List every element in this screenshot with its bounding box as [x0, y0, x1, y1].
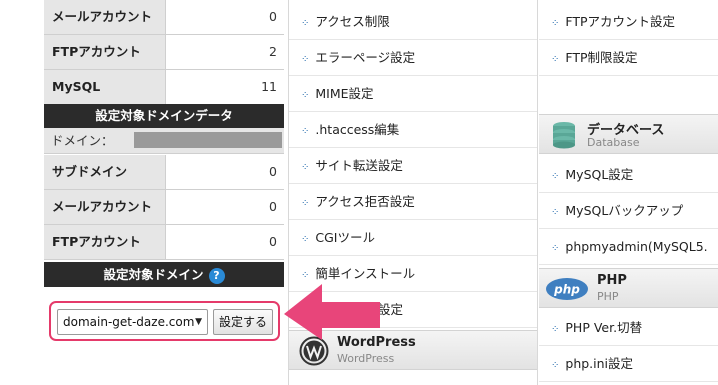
- chevron-down-icon: ▼: [195, 317, 202, 327]
- menu-item-ftp-restriction[interactable]: ⁘ FTP制限設定: [539, 40, 718, 76]
- stat-label: メールアカウント: [44, 0, 166, 34]
- stat-value: 0: [166, 155, 284, 189]
- bullet-icon: ⁘: [551, 171, 560, 182]
- domain-selector-highlight: domain-get-daze.com ▼ 設定する: [49, 301, 280, 341]
- target-domain-title: 設定対象ドメイン: [103, 267, 204, 282]
- stat-row-subdomain: サブドメイン 0: [44, 155, 284, 190]
- bullet-icon: ⁘: [551, 18, 560, 29]
- help-icon[interactable]: ?: [208, 267, 225, 284]
- menu-item-cgi-tool[interactable]: ⁘ CGIツール: [289, 220, 537, 256]
- menu-column-right: ⁘ FTPアカウント設定 ⁘ FTP制限設定 データベース Database ⁘ My…: [539, 0, 718, 385]
- database-section-header: データベース Database: [539, 114, 718, 154]
- menu-item-label: エラーページ設定: [315, 50, 416, 65]
- menu-item-label: MySQL設定: [565, 167, 634, 182]
- menu-item-ftp-account[interactable]: ⁘ FTPアカウント設定: [539, 4, 718, 40]
- domain-data-header: 設定対象ドメインデータ: [44, 104, 284, 128]
- bullet-icon: ⁘: [551, 360, 560, 371]
- stat-value: 2: [166, 35, 284, 69]
- menu-item-label: サイト転送設定: [315, 158, 403, 173]
- menu-item-php-version[interactable]: ⁘ PHP Ver.切替: [539, 310, 718, 346]
- domain-label: ドメイン：: [51, 133, 114, 148]
- target-domain-header: 設定対象ドメイン?: [44, 262, 284, 287]
- set-domain-button[interactable]: 設定する: [213, 309, 273, 335]
- pointer-arrow-icon: [284, 284, 380, 340]
- domain-select-value: domain-get-daze.com: [63, 315, 195, 329]
- menu-item-label: アクセス制限: [315, 14, 390, 29]
- redacted-domain: [134, 132, 282, 148]
- stat-value: 0: [166, 225, 284, 259]
- stat-value: 11: [166, 70, 284, 104]
- bullet-icon: ⁘: [551, 324, 560, 335]
- menu-item-label: アクセス拒否設定: [315, 194, 415, 209]
- menu-item-access-restriction[interactable]: ⁘ アクセス制限: [289, 4, 537, 40]
- php-section-subtitle: PHP: [597, 290, 619, 303]
- bullet-icon: ⁘: [301, 162, 310, 173]
- stat-row-mysql: MySQL 11: [44, 70, 284, 104]
- stat-value: 0: [166, 0, 284, 34]
- domain-row: ドメイン：: [44, 128, 284, 154]
- bullet-icon: ⁘: [301, 198, 310, 209]
- menu-item-error-page[interactable]: ⁘ エラーページ設定: [289, 40, 537, 76]
- menu-item-mime[interactable]: ⁘ MIME設定: [289, 76, 537, 112]
- menu-item-mysql-backup[interactable]: ⁘ MySQLバックアップ: [539, 193, 718, 229]
- stat-row-mail: メールアカウント 0: [44, 0, 284, 35]
- stat-label: MySQL: [44, 70, 166, 104]
- bullet-icon: ⁘: [301, 90, 310, 101]
- stat-label: メールアカウント: [44, 190, 166, 224]
- php-logo-text: php: [553, 283, 580, 297]
- php-section-title: PHP: [597, 273, 627, 288]
- menu-item-label: FTPアカウント設定: [565, 14, 676, 29]
- menu-item-label: PHP Ver.切替: [565, 320, 643, 335]
- bullet-icon: ⁘: [301, 54, 310, 65]
- domain-select[interactable]: domain-get-daze.com ▼: [57, 309, 208, 335]
- menu-item-label: php.ini設定: [565, 356, 634, 371]
- server-panel-page: メールアカウント 0 FTPアカウント 2 MySQL 11 設定対象ドメインデ…: [0, 0, 718, 385]
- menu-item-mysql-setting[interactable]: ⁘ MySQL設定: [539, 157, 718, 193]
- left-panel: メールアカウント 0 FTPアカウント 2 MySQL 11 設定対象ドメインデ…: [44, 0, 284, 385]
- database-icon: [553, 122, 575, 149]
- menu-item-label: 簡単インストール: [315, 266, 416, 281]
- menu-item-access-deny[interactable]: ⁘ アクセス拒否設定: [289, 184, 537, 220]
- wordpress-logo-icon: [299, 336, 329, 366]
- bullet-icon: ⁘: [301, 126, 310, 137]
- stat-value: 0: [166, 190, 284, 224]
- wordpress-section-subtitle: WordPress: [337, 352, 395, 365]
- stat-label: サブドメイン: [44, 155, 166, 189]
- stat-row-domain-mail: メールアカウント 0: [44, 190, 284, 225]
- menu-item-label: MIME設定: [315, 86, 374, 101]
- menu-item-label: FTP制限設定: [565, 50, 638, 65]
- bullet-icon: ⁘: [301, 18, 310, 29]
- stat-label: FTPアカウント: [44, 35, 166, 69]
- bullet-icon: ⁘: [301, 234, 310, 245]
- menu-item-label: .htaccess編集: [315, 122, 400, 137]
- menu-item-label: phpmyadmin(MySQL5.: [565, 239, 708, 254]
- bullet-icon: ⁘: [551, 54, 560, 65]
- bullet-icon: ⁘: [551, 207, 560, 218]
- stat-row-domain-ftp: FTPアカウント 0: [44, 225, 284, 260]
- php-logo-icon: php: [546, 278, 588, 300]
- menu-item-phpmyadmin[interactable]: ⁘ phpmyadmin(MySQL5.: [539, 229, 718, 265]
- php-section-header: php PHP PHP: [539, 268, 718, 308]
- database-section-subtitle: Database: [587, 136, 640, 149]
- menu-item-label: MySQLバックアップ: [565, 203, 684, 218]
- menu-item-site-redirect[interactable]: ⁘ サイト転送設定: [289, 148, 537, 184]
- menu-item-label: CGIツール: [315, 230, 375, 245]
- menu-item-htaccess[interactable]: ⁘ .htaccess編集: [289, 112, 537, 148]
- stat-row-ftp: FTPアカウント 2: [44, 35, 284, 70]
- stat-label: FTPアカウント: [44, 225, 166, 259]
- bullet-icon: ⁘: [551, 243, 560, 254]
- menu-item-php-ini[interactable]: ⁘ php.ini設定: [539, 346, 718, 382]
